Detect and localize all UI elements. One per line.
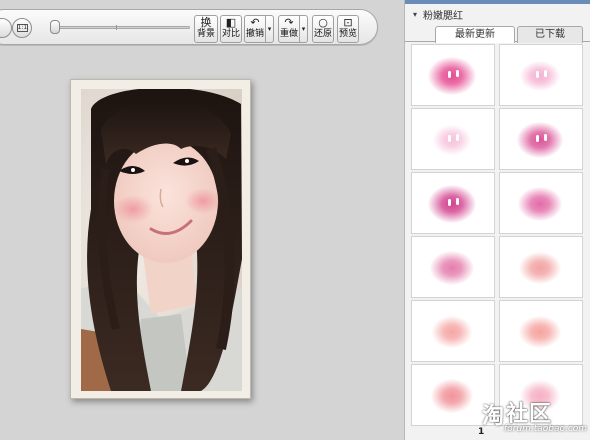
swap-background-icon: 换 bbox=[200, 16, 212, 29]
zoom-slider-track bbox=[54, 26, 190, 29]
blush-preset-thumbnail[interactable] bbox=[411, 236, 495, 298]
swap-background-button[interactable]: 换 背景 bbox=[194, 15, 218, 43]
blush-swatch bbox=[432, 125, 472, 155]
blush-highlight bbox=[456, 198, 459, 205]
redo-button[interactable]: ↷ 重做 bbox=[278, 15, 300, 43]
redo-dropdown-button[interactable]: ▾ bbox=[300, 15, 308, 43]
fit-view-button[interactable]: 1:1 bbox=[12, 18, 32, 38]
panel-tabs: 最新更新 已下载 bbox=[405, 24, 590, 43]
blush-highlight bbox=[536, 135, 539, 142]
blush-preset-thumbnail[interactable] bbox=[499, 172, 583, 234]
zoom-slider-tick bbox=[116, 25, 117, 30]
restore-icon: ○ bbox=[318, 16, 328, 29]
photo-frame bbox=[70, 79, 251, 399]
blush-preset-thumbnail[interactable] bbox=[499, 108, 583, 170]
swap-background-label: 背景 bbox=[196, 29, 215, 39]
preview-icon: ⊡ bbox=[343, 16, 353, 29]
undo-label: 撤销 bbox=[245, 29, 264, 39]
blush-highlight bbox=[456, 134, 459, 141]
undo-icon: ↶ bbox=[250, 16, 260, 29]
redo-icon: ↷ bbox=[284, 16, 294, 29]
toolbar: 1:1 换 背景 ◧ 对比 ↶ 撤销 ▾ ↷ 重做 ▾ ○ 还原 ⊡ 预览 bbox=[0, 0, 404, 46]
blush-swatch bbox=[428, 185, 476, 223]
tab-latest[interactable]: 最新更新 bbox=[435, 26, 515, 43]
watermark: 淘 社区 forum.taobao.com bbox=[482, 394, 590, 440]
compare-button[interactable]: ◧ 对比 bbox=[220, 15, 242, 43]
blush-preset-thumbnail[interactable] bbox=[411, 108, 495, 170]
blush-highlight bbox=[448, 135, 451, 142]
zoom-slider-thumb[interactable] bbox=[50, 20, 60, 34]
blush-preset-thumbnail[interactable] bbox=[411, 300, 495, 362]
restore-label: 还原 bbox=[313, 29, 332, 39]
panel-header[interactable]: ▾ 粉嫩腮红 bbox=[405, 4, 590, 24]
fit-view-icon: 1:1 bbox=[16, 24, 28, 32]
blush-preset-thumbnail[interactable] bbox=[499, 300, 583, 362]
restore-button[interactable]: ○ 还原 bbox=[312, 15, 334, 43]
blush-swatch bbox=[430, 379, 474, 413]
blush-swatch bbox=[516, 121, 564, 159]
collapse-arrow-icon[interactable]: ▾ bbox=[413, 10, 417, 19]
watermark-url: forum.taobao.com bbox=[504, 424, 588, 434]
undo-button[interactable]: ↶ 撤销 bbox=[244, 15, 266, 43]
blush-preset-grid bbox=[411, 44, 583, 440]
preview-button[interactable]: ⊡ 预览 bbox=[337, 15, 359, 43]
blush-highlight bbox=[448, 199, 451, 206]
blush-swatch bbox=[430, 251, 474, 285]
portrait-illustration bbox=[81, 89, 242, 391]
blush-highlight bbox=[448, 71, 451, 78]
compare-label: 对比 bbox=[221, 29, 240, 39]
tab-downloaded[interactable]: 已下载 bbox=[517, 26, 583, 43]
compare-icon: ◧ bbox=[225, 16, 237, 29]
blush-swatch bbox=[517, 186, 563, 222]
blush-preset-thumbnail[interactable] bbox=[411, 172, 495, 234]
zoom-slider[interactable] bbox=[50, 20, 190, 34]
watermark-logo-icon: 淘 bbox=[482, 404, 505, 429]
blush-highlight bbox=[456, 70, 459, 77]
panel-title: 粉嫩腮红 bbox=[423, 10, 464, 22]
portrait-photo[interactable] bbox=[81, 89, 242, 391]
redo-label: 重做 bbox=[279, 29, 298, 39]
blush-swatch bbox=[428, 57, 476, 95]
blush-swatch bbox=[431, 316, 473, 348]
blush-preset-thumbnail[interactable] bbox=[411, 44, 495, 106]
blush-preset-thumbnail[interactable] bbox=[499, 44, 583, 106]
blush-panel: ▾ 粉嫩腮红 最新更新 已下载 bbox=[404, 0, 590, 440]
blush-swatch bbox=[519, 315, 561, 349]
blush-highlight bbox=[544, 70, 547, 77]
preview-label: 预览 bbox=[338, 29, 357, 39]
blush-preset-thumbnail[interactable] bbox=[499, 236, 583, 298]
editing-canvas[interactable] bbox=[0, 46, 404, 440]
blush-swatch bbox=[520, 60, 560, 92]
blush-highlight bbox=[536, 71, 539, 78]
blush-highlight bbox=[544, 134, 547, 141]
undo-dropdown-button[interactable]: ▾ bbox=[266, 15, 274, 43]
blush-swatch bbox=[519, 251, 561, 285]
page-number: 1 bbox=[478, 427, 485, 437]
